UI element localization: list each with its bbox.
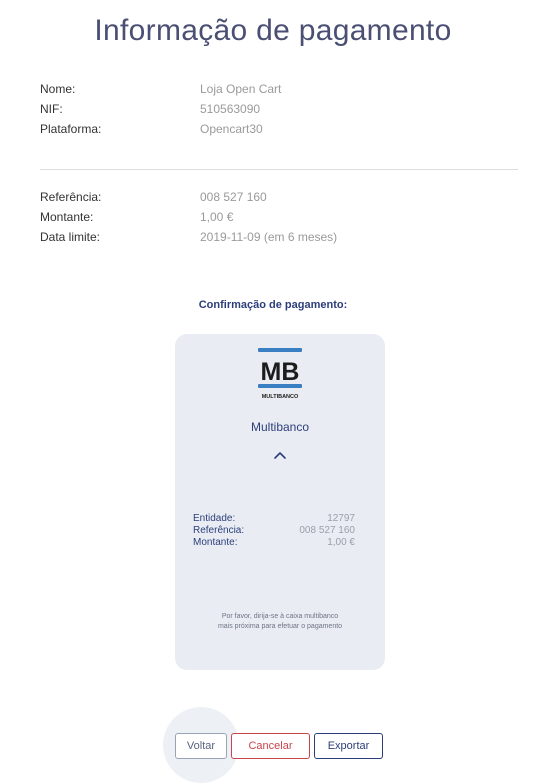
merchant-nif-value: 510563090 — [200, 102, 261, 116]
card-amount-label: Montante: — [193, 537, 238, 548]
card-amount-value: 1,00 € — [327, 537, 355, 548]
entity-label: Entidade: — [193, 513, 236, 524]
payment-amount-row: Montante: 1,00 € — [40, 210, 518, 230]
payment-deadline-value: 2019-11-09 (em 6 meses) — [200, 230, 338, 244]
card-reference-value: 008 527 160 — [299, 525, 355, 536]
back-button[interactable]: Voltar — [175, 733, 227, 759]
merchant-info: Nome: Loja Open Cart NIF: 510563090 Plat… — [40, 82, 518, 142]
confirmation-heading: Confirmação de pagamento: — [198, 299, 348, 311]
cancel-button[interactable]: Cancelar — [231, 733, 310, 759]
page-title: Informação de pagamento — [94, 14, 452, 47]
multibanco-logo-icon: MB MULTIBANCO — [258, 348, 302, 400]
chevron-up-icon[interactable] — [272, 449, 288, 461]
entity-value: 12797 — [327, 513, 355, 524]
payment-deadline-row: Data limite: 2019-11-09 (em 6 meses) — [40, 230, 518, 250]
payment-amount-label: Montante: — [40, 210, 94, 224]
section-divider — [40, 169, 518, 170]
merchant-name-value: Loja Open Cart — [200, 82, 282, 96]
multibanco-logo-subtext: MULTIBANCO — [262, 394, 299, 400]
merchant-name-label: Nome: — [40, 82, 76, 96]
card-reference-row: Referência: 008 527 160 — [193, 525, 355, 537]
payment-info: Referência: 008 527 160 Montante: 1,00 €… — [40, 190, 518, 250]
merchant-nif-row: NIF: 510563090 — [40, 102, 518, 122]
merchant-platform-value: Opencart30 — [200, 122, 263, 136]
payment-deadline-label: Data limite: — [40, 230, 101, 244]
card-amount-row: Montante: 1,00 € — [193, 537, 355, 549]
instructions-line-2: mais próxima para efetuar o pagamento — [217, 623, 343, 630]
multibanco-card: MB MULTIBANCO Multibanco Entidade: 12797… — [175, 334, 385, 670]
payment-reference-value: 008 527 160 — [200, 190, 267, 204]
card-reference-label: Referência: — [193, 525, 245, 536]
payment-instructions: Por favor, dirija-se à caixa multibanco … — [185, 612, 375, 632]
merchant-platform-row: Plataforma: Opencart30 — [40, 122, 518, 142]
payment-reference-row: Referência: 008 527 160 — [40, 190, 518, 210]
payment-reference-label: Referência: — [40, 190, 102, 204]
payment-details: Entidade: 12797 Referência: 008 527 160 … — [193, 513, 355, 549]
instructions-line-1: Por favor, dirija-se à caixa multibanco — [221, 613, 339, 620]
merchant-nif-label: NIF: — [40, 102, 63, 116]
export-button[interactable]: Exportar — [314, 733, 383, 759]
entity-row: Entidade: 12797 — [193, 513, 355, 525]
payment-amount-value: 1,00 € — [200, 210, 234, 224]
multibanco-logo-text: MB — [261, 358, 300, 386]
payment-method-name: Multibanco — [250, 420, 310, 434]
merchant-name-row: Nome: Loja Open Cart — [40, 82, 518, 102]
merchant-platform-label: Plataforma: — [40, 122, 102, 136]
